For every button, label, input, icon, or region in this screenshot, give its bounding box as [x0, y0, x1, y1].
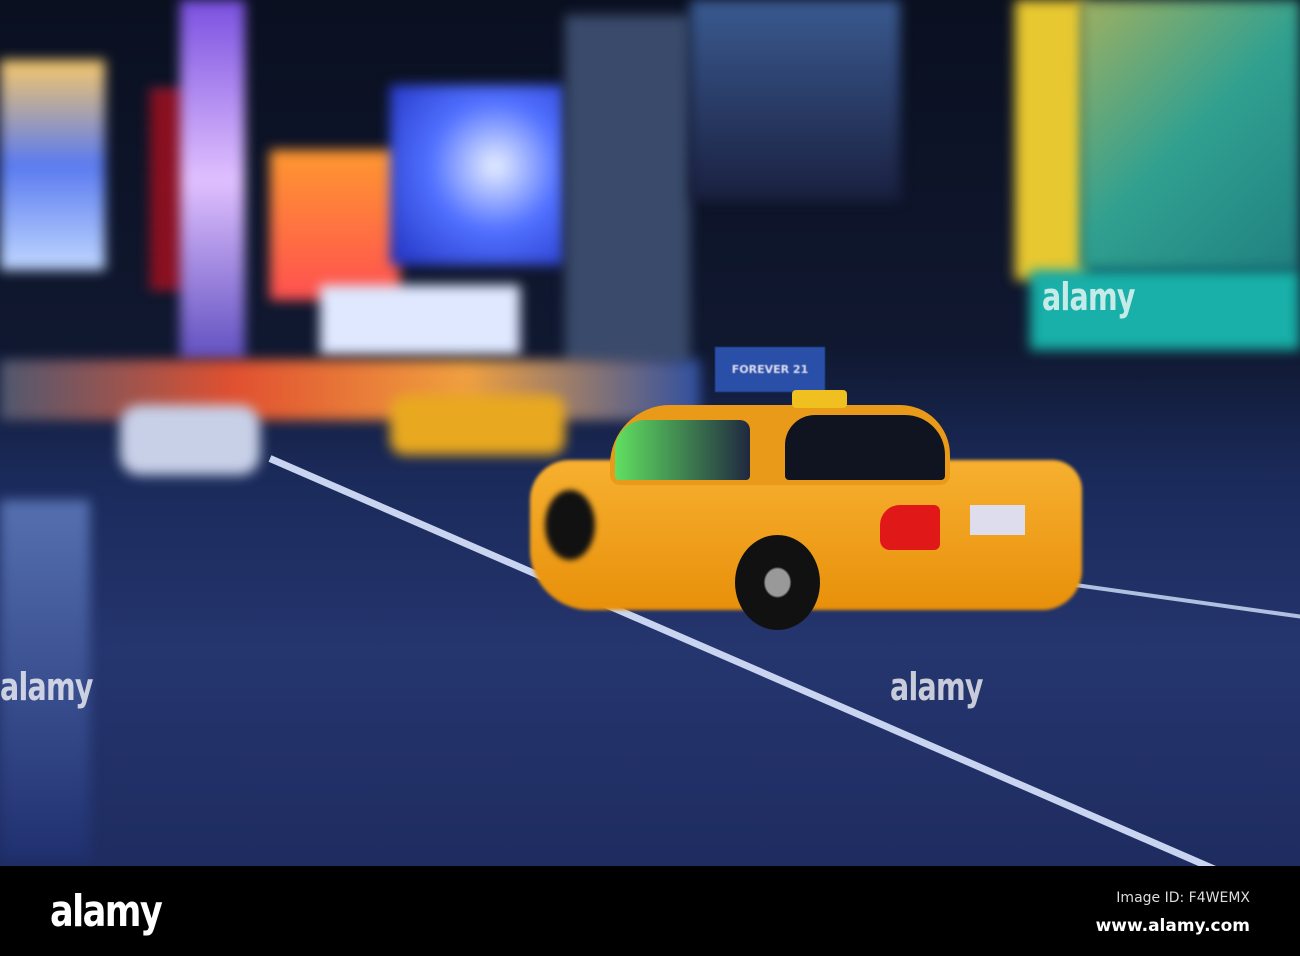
photo: FOREVER 21 alamy alamy alamy	[0, 0, 1300, 866]
billboard-left	[0, 60, 105, 270]
white-sign	[320, 285, 520, 355]
taxi: FOREVER 21	[530, 347, 1085, 630]
footer: alamy Image ID: F4WEMX www.alamy.com	[0, 866, 1300, 956]
yellow-billboard	[1015, 0, 1085, 280]
purple-sign	[180, 0, 245, 360]
teal-billboard	[1080, 0, 1300, 270]
taxi-window	[785, 415, 945, 480]
dark-billboard	[690, 0, 900, 200]
wheel-front	[545, 490, 595, 560]
image-id: Image ID: F4WEMX	[1116, 890, 1250, 906]
license-plate	[970, 505, 1025, 535]
watermark: alamy	[1042, 275, 1136, 319]
alamy-logo: alamy	[50, 886, 163, 937]
taxi-side-window	[615, 420, 750, 480]
blue-billboard	[390, 85, 565, 265]
tail-light	[880, 505, 940, 550]
white-car	[120, 405, 260, 475]
watermark: alamy	[890, 665, 984, 709]
grey-building	[565, 15, 690, 365]
orange-sign	[270, 150, 400, 300]
wheel	[735, 535, 820, 630]
site-url: www.alamy.com	[1095, 916, 1250, 936]
taxi-light	[792, 390, 847, 408]
watermark: alamy	[0, 665, 94, 709]
roof-sign: FOREVER 21	[715, 347, 825, 392]
